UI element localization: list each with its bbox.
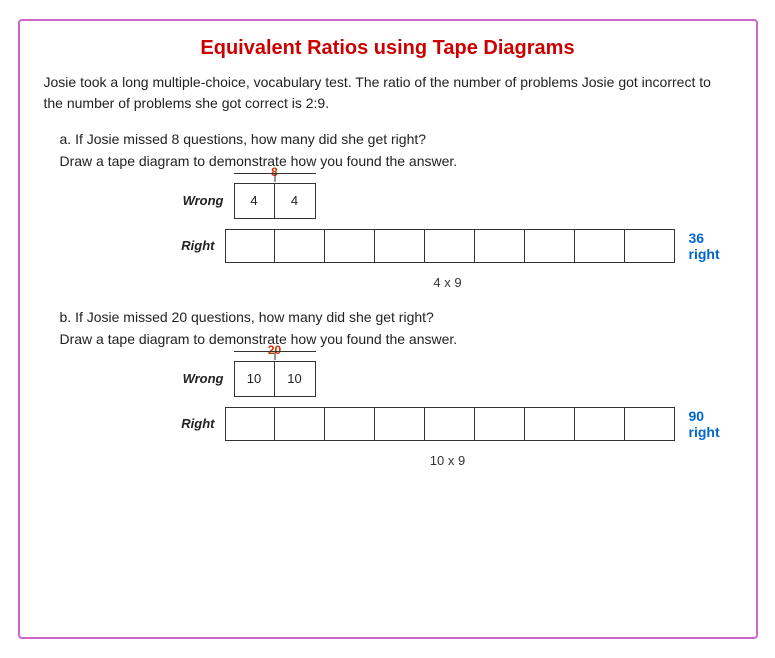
wrong-box-a-1: 4 xyxy=(275,184,315,218)
wrong-box-b-1: 10 xyxy=(275,362,315,396)
wrong-container-a: 8 4 4 xyxy=(234,183,316,219)
wrong-boxes-b: 10 10 xyxy=(234,361,316,397)
section-b: b. If Josie missed 20 questions, how man… xyxy=(44,306,732,468)
wrong-box-b-0: 10 xyxy=(235,362,275,396)
diagram-b: Wrong 20 10 10 Right xyxy=(44,361,732,447)
wrong-box-a-0: 4 xyxy=(235,184,275,218)
wrong-row-b: Wrong 20 10 10 xyxy=(164,361,316,397)
section-a: a. If Josie missed 8 questions, how many… xyxy=(44,128,732,290)
right-box-b-1 xyxy=(275,407,325,441)
formula-a: 4 x 9 xyxy=(44,275,732,290)
right-row-b: Right 90 right xyxy=(164,407,732,441)
right-box-b-5 xyxy=(475,407,525,441)
question-a: a. If Josie missed 8 questions, how many… xyxy=(44,128,732,173)
right-box-a-2 xyxy=(325,229,375,263)
right-box-a-6 xyxy=(525,229,575,263)
main-card: Equivalent Ratios using Tape Diagrams Jo… xyxy=(18,19,758,639)
question-b: b. If Josie missed 20 questions, how man… xyxy=(44,306,732,351)
right-box-b-3 xyxy=(375,407,425,441)
right-box-a-3 xyxy=(375,229,425,263)
right-box-a-0 xyxy=(225,229,275,263)
right-label-a: Right xyxy=(164,238,215,253)
right-box-b-0 xyxy=(225,407,275,441)
right-row-a: Right 36 right xyxy=(164,229,732,263)
wrong-label-b: Wrong xyxy=(164,371,224,386)
wrong-boxes-a: 4 4 xyxy=(234,183,316,219)
right-boxes-b xyxy=(225,407,675,441)
right-box-a-4 xyxy=(425,229,475,263)
right-box-a-5 xyxy=(475,229,525,263)
right-label-b: Right xyxy=(164,416,215,431)
right-box-b-8 xyxy=(625,407,675,441)
right-box-b-2 xyxy=(325,407,375,441)
right-box-b-4 xyxy=(425,407,475,441)
right-box-a-1 xyxy=(275,229,325,263)
wrong-label-a: Wrong xyxy=(164,193,224,208)
wrong-row-a: Wrong 8 4 4 xyxy=(164,183,316,219)
diagram-a: Wrong 8 4 4 xyxy=(44,183,732,269)
right-box-b-7 xyxy=(575,407,625,441)
right-box-a-7 xyxy=(575,229,625,263)
answer-a: 36 right xyxy=(689,230,732,262)
right-box-b-6 xyxy=(525,407,575,441)
page-title: Equivalent Ratios using Tape Diagrams xyxy=(44,37,732,60)
answer-b: 90 right xyxy=(689,408,732,440)
right-boxes-a xyxy=(225,229,675,263)
formula-b: 10 x 9 xyxy=(44,453,732,468)
wrong-container-b: 20 10 10 xyxy=(234,361,316,397)
right-box-a-8 xyxy=(625,229,675,263)
intro-text: Josie took a long multiple-choice, vocab… xyxy=(44,72,732,114)
